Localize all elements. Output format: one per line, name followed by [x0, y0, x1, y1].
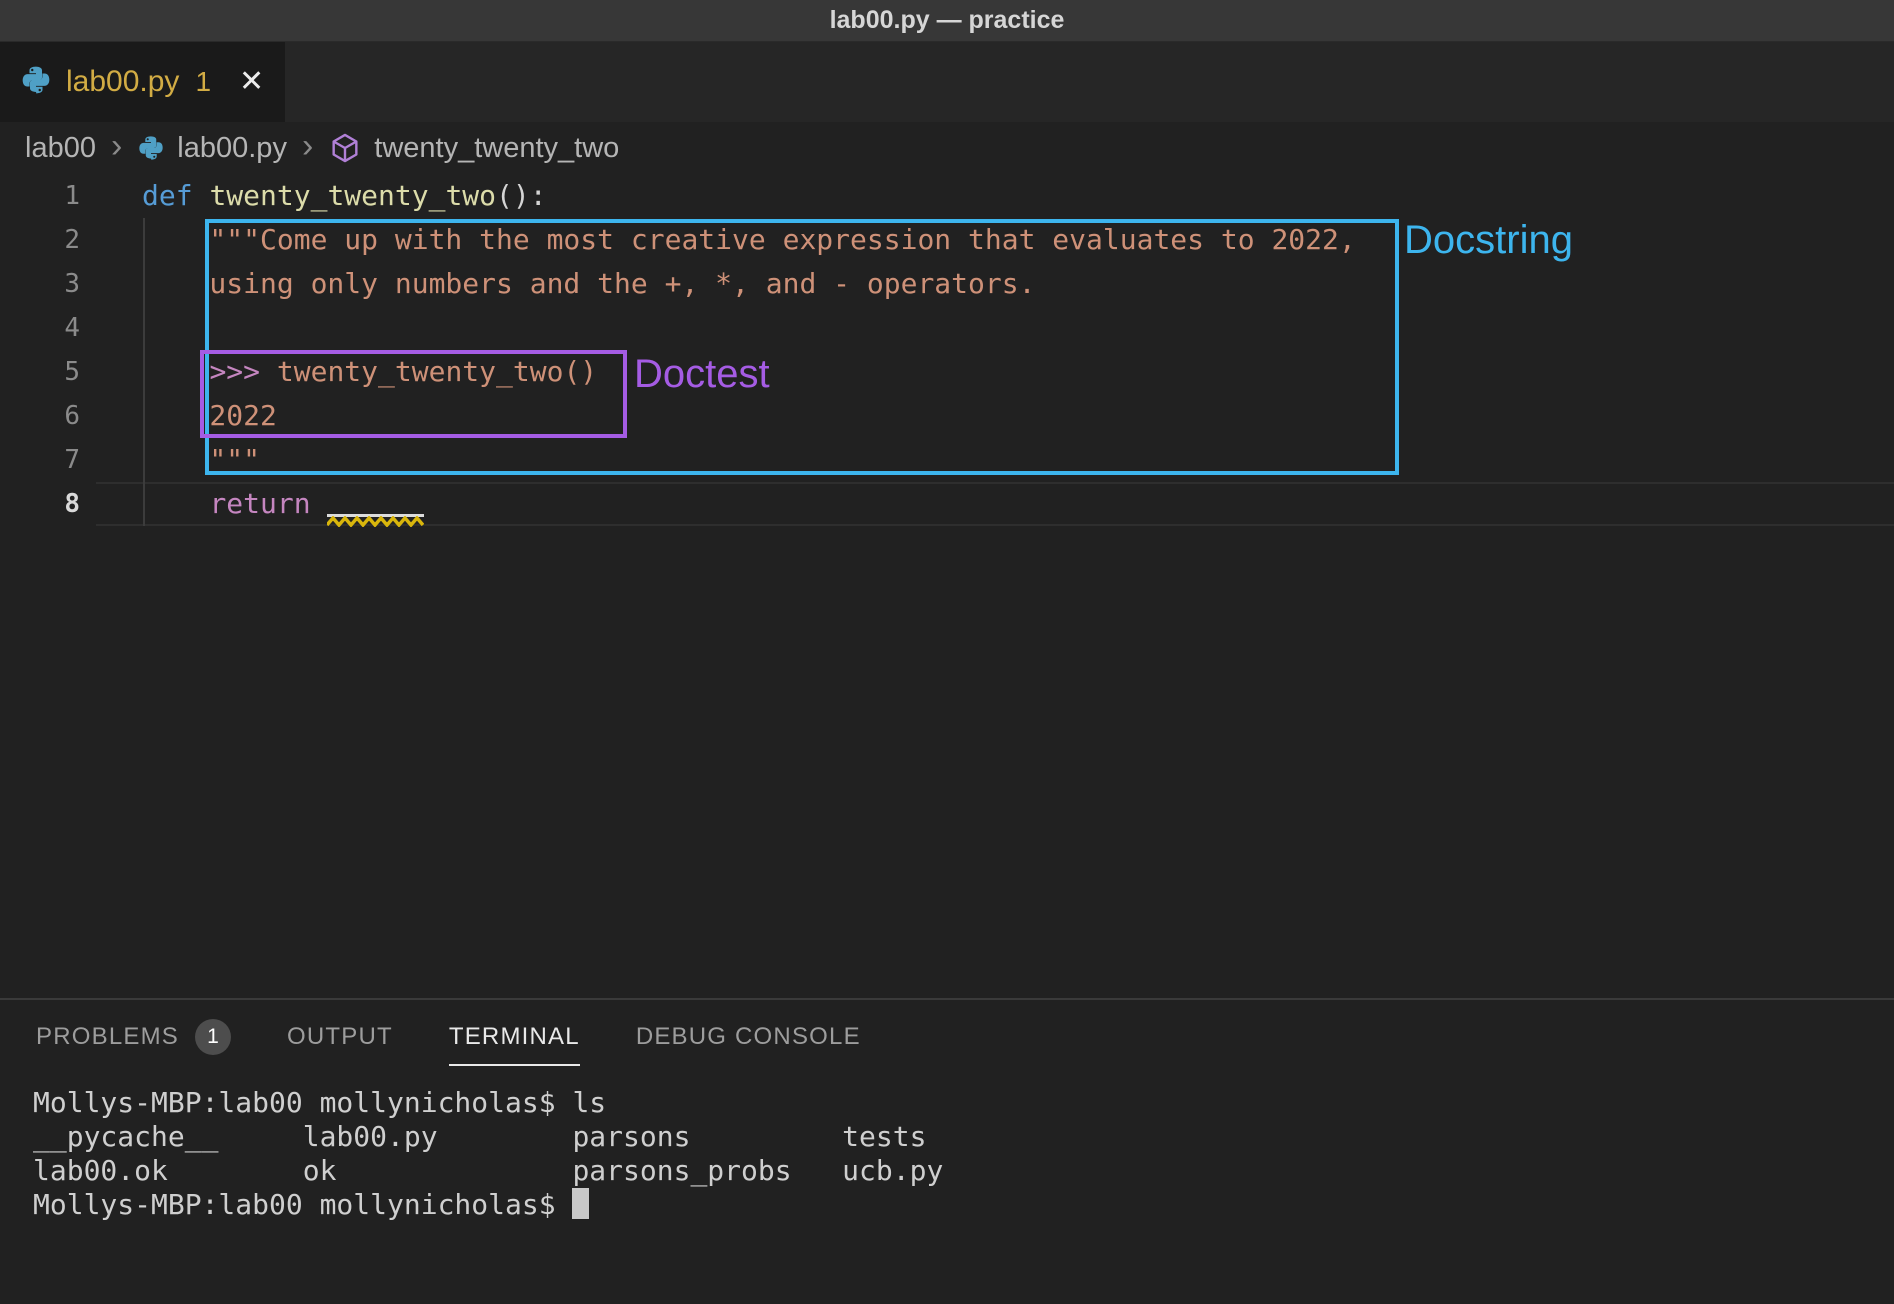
panel-tab-label: PROBLEMS [36, 1023, 179, 1051]
line-number: 1 [0, 174, 80, 218]
window-title: lab00.py — practice [830, 6, 1065, 35]
terminal-line: lab00.ok ok parsons_probs ucb.py [33, 1154, 1894, 1188]
docstring-annotation-label: Docstring [1404, 218, 1573, 263]
code-text: """Come up with the most creative expres… [142, 218, 1356, 262]
code-text: """ [142, 438, 260, 482]
panel-tab-label: OUTPUT [287, 1023, 393, 1051]
terminal-line: Mollys-MBP:lab00 mollynicholas$ [33, 1188, 1894, 1222]
code-line-2[interactable]: 2 """Come up with the most creative expr… [0, 218, 1894, 262]
tab-bar: lab00.py 1 ✕ [0, 42, 1894, 122]
breadcrumb-item-lab00.py[interactable]: lab00.py [137, 132, 287, 165]
code-text: using only numbers and the +, *, and - o… [142, 262, 1035, 306]
warning-squiggle [327, 486, 424, 526]
panel-tab-terminal[interactable]: TERMINAL [449, 1000, 580, 1074]
code-editor[interactable]: 1def twenty_twenty_two():2 """Come up wi… [0, 174, 1894, 998]
code-line-1[interactable]: 1 def twenty_twenty_two(): [0, 174, 1894, 218]
panel-tab-output[interactable]: OUTPUT [287, 1000, 393, 1074]
bottom-panel: PROBLEMS 1 OUTPUT TERMINAL DEBUG CONSOLE Mol… [0, 998, 1894, 1304]
panel-tab-label: TERMINAL [449, 1023, 580, 1051]
editor-lines: 1def twenty_twenty_two():2 """Come up wi… [0, 174, 1894, 526]
line-number: 3 [0, 262, 80, 306]
line-number: 8 [0, 482, 80, 526]
code-line-5[interactable]: 5 >>> twenty_twenty_two() [0, 350, 1894, 394]
line-number: 4 [0, 306, 80, 350]
code-text: def twenty_twenty_two(): [142, 174, 547, 218]
breadcrumb-label: lab00 [25, 132, 96, 165]
chevron-right-icon: › [302, 129, 313, 163]
breadcrumb: lab00 › lab00.py › twenty_twenty_two [0, 122, 1894, 174]
line-number: 6 [0, 394, 80, 438]
terminal[interactable]: Mollys-MBP:lab00 mollynicholas$ ls__pyca… [0, 1074, 1894, 1222]
panel-tab-bar: PROBLEMS 1 OUTPUT TERMINAL DEBUG CONSOLE [0, 1000, 1894, 1074]
breadcrumb-label: twenty_twenty_two [374, 132, 619, 165]
code-text: >>> twenty_twenty_two() [142, 350, 597, 394]
tab-modified-badge: 1 [195, 66, 211, 98]
code-line-7[interactable]: 7 """ [0, 438, 1894, 482]
doctest-annotation-label: Doctest [634, 352, 770, 397]
line-number: 2 [0, 218, 80, 262]
code-line-8[interactable]: 8 return [0, 482, 1894, 526]
breadcrumb-item-lab00[interactable]: lab00 [25, 132, 96, 165]
python-icon [137, 134, 165, 162]
breadcrumb-item-twenty_twenty_two[interactable]: twenty_twenty_two [328, 131, 619, 165]
tab-label: lab00.py [66, 65, 179, 99]
vscode-window: lab00.py — practice lab00.py 1 ✕ lab00›l… [0, 0, 1894, 1304]
close-icon[interactable]: ✕ [239, 67, 264, 97]
breadcrumb-label: lab00.py [177, 132, 287, 165]
panel-tab-problems[interactable]: PROBLEMS 1 [36, 1000, 231, 1074]
code-line-4[interactable]: 4 [0, 306, 1894, 350]
terminal-cursor [572, 1188, 589, 1219]
titlebar: lab00.py — practice [0, 0, 1894, 42]
chevron-right-icon: › [111, 129, 122, 163]
code-line-6[interactable]: 6 2022 [0, 394, 1894, 438]
panel-tab-debug-console[interactable]: DEBUG CONSOLE [636, 1000, 861, 1074]
python-icon [20, 64, 52, 101]
symbol-method-icon [328, 131, 362, 165]
terminal-line: __pycache__ lab00.py parsons tests [33, 1120, 1894, 1154]
code-line-3[interactable]: 3 using only numbers and the +, *, and -… [0, 262, 1894, 306]
code-text: return [142, 482, 424, 526]
line-number: 5 [0, 350, 80, 394]
line-number: 7 [0, 438, 80, 482]
code-text: 2022 [142, 394, 277, 438]
terminal-line: Mollys-MBP:lab00 mollynicholas$ ls [33, 1086, 1894, 1120]
panel-tab-label: DEBUG CONSOLE [636, 1023, 861, 1051]
tab-lab00-py[interactable]: lab00.py 1 ✕ [0, 42, 285, 122]
problems-count-badge: 1 [195, 1019, 231, 1055]
